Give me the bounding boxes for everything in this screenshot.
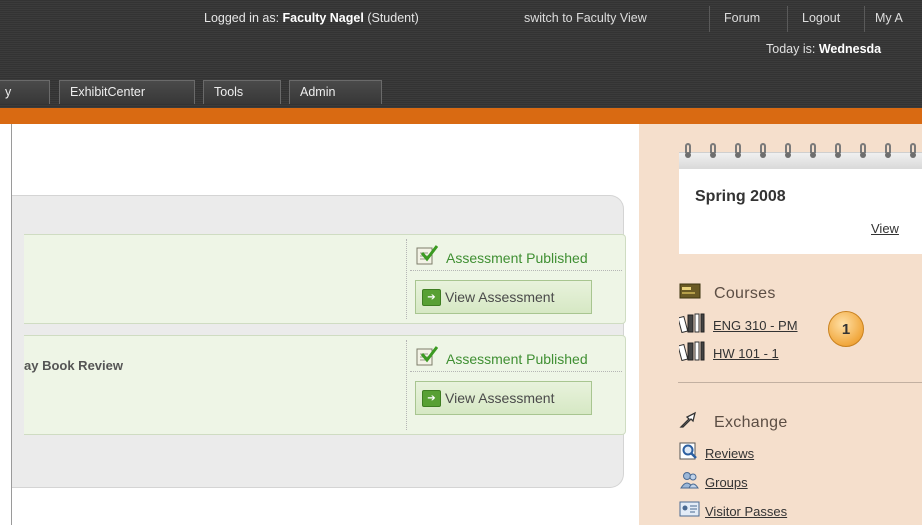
today-value: Wednesda bbox=[818, 42, 882, 56]
divider bbox=[406, 239, 407, 319]
published-check-icon bbox=[416, 346, 439, 371]
login-status: Logged in as: Faculty Nagel (Student) bbox=[204, 11, 419, 31]
accent-bar bbox=[0, 108, 922, 124]
exchange-link-label: Visitor Passes bbox=[705, 504, 788, 519]
tab-admin[interactable]: Admin bbox=[289, 80, 382, 104]
spiral-ring-icon bbox=[785, 143, 791, 163]
tab-partial[interactable]: y bbox=[0, 80, 50, 104]
exchange-link-reviews[interactable]: Reviews bbox=[679, 442, 754, 465]
divider bbox=[709, 6, 710, 32]
divider bbox=[864, 6, 865, 32]
tab-tools[interactable]: Tools bbox=[203, 80, 281, 104]
spiral-ring-icon bbox=[685, 143, 691, 163]
course-label: HW 101 - 1 bbox=[713, 346, 779, 361]
people-icon bbox=[679, 471, 701, 494]
my-account-link[interactable]: My A bbox=[875, 11, 903, 25]
exchange-link-label: Reviews bbox=[705, 446, 755, 461]
term-title: Spring 2008 bbox=[695, 188, 786, 205]
divider bbox=[406, 340, 407, 430]
assessments-panel: Assessment Published ➔ View Assessment a… bbox=[12, 195, 626, 488]
courses-heading: Courses bbox=[679, 283, 776, 304]
spiral-ring-icon bbox=[760, 143, 766, 163]
user-role: (Student) bbox=[367, 11, 419, 25]
spiral-ring-icon bbox=[910, 143, 916, 163]
status-label: Assessment Published bbox=[446, 350, 588, 367]
courses-icon bbox=[679, 283, 701, 304]
assessment-item: Assessment Published ➔ View Assessment bbox=[24, 234, 626, 324]
assessment-status: Assessment Published bbox=[416, 346, 588, 371]
exchange-heading: Exchange bbox=[679, 411, 788, 434]
top-header: Logged in as: Faculty Nagel (Student) sw… bbox=[0, 0, 922, 108]
tab-label: Admin bbox=[300, 85, 336, 99]
button-label: View Assessment bbox=[445, 289, 555, 305]
callout-number: 1 bbox=[841, 320, 851, 338]
forum-link[interactable]: Forum bbox=[724, 11, 760, 25]
exchange-heading-label: Exchange bbox=[714, 413, 788, 431]
courses-heading-label: Courses bbox=[714, 284, 776, 302]
spiral-ring-icon bbox=[860, 143, 866, 163]
arrow-right-icon: ➔ bbox=[422, 389, 441, 407]
spiral-ring-icon bbox=[710, 143, 716, 163]
sidebar-divider bbox=[678, 382, 922, 383]
button-label: View Assessment bbox=[445, 390, 555, 406]
exchange-icon bbox=[679, 411, 701, 434]
view-assessment-button[interactable]: ➔ View Assessment bbox=[415, 381, 592, 415]
tab-label: Tools bbox=[214, 85, 244, 99]
divider bbox=[410, 270, 622, 271]
assessment-title: ay Book Review bbox=[24, 358, 123, 373]
pass-card-icon bbox=[679, 500, 701, 523]
term-calendar: Spring 2008 View bbox=[679, 143, 922, 254]
tab-exhibitcenter[interactable]: ExhibitCenter bbox=[59, 80, 195, 104]
login-prefix: Logged in as: bbox=[204, 11, 280, 25]
assessment-item: ay Book Review Assessment Published ➔ Vi… bbox=[24, 335, 626, 435]
magnifier-icon bbox=[679, 442, 701, 465]
divider bbox=[787, 6, 788, 32]
course-label: ENG 310 - PM bbox=[713, 318, 798, 333]
exchange-link-visitor-passes[interactable]: Visitor Passes bbox=[679, 500, 787, 523]
exchange-link-groups[interactable]: Groups bbox=[679, 471, 748, 494]
switch-view-link[interactable]: switch to Faculty View bbox=[524, 11, 647, 25]
status-label: Assessment Published bbox=[446, 249, 588, 266]
books-icon bbox=[677, 341, 706, 366]
today-date: Today is: Wednesda bbox=[766, 42, 881, 56]
course-link-eng-310[interactable]: ENG 310 - PM bbox=[677, 313, 798, 338]
arrow-right-icon: ➔ bbox=[422, 288, 441, 306]
tab-label: y bbox=[5, 85, 12, 99]
books-icon bbox=[677, 313, 706, 338]
published-check-icon bbox=[416, 245, 439, 270]
divider bbox=[410, 371, 622, 372]
user-name: Faculty Nagel bbox=[282, 11, 364, 25]
callout-badge: 1 bbox=[828, 311, 864, 347]
course-link-hw-101[interactable]: HW 101 - 1 bbox=[677, 341, 779, 366]
spiral-ring-icon bbox=[810, 143, 816, 163]
logout-link[interactable]: Logout bbox=[802, 11, 840, 25]
calendar-view-link[interactable]: View bbox=[871, 221, 899, 236]
tab-label: ExhibitCenter bbox=[70, 85, 146, 99]
spiral-ring-icon bbox=[735, 143, 741, 163]
assessment-status: Assessment Published bbox=[416, 245, 588, 270]
view-assessment-button[interactable]: ➔ View Assessment bbox=[415, 280, 592, 314]
today-prefix: Today is: bbox=[766, 42, 816, 56]
spiral-ring-icon bbox=[835, 143, 841, 163]
exchange-link-label: Groups bbox=[705, 475, 748, 490]
spiral-ring-icon bbox=[885, 143, 891, 163]
